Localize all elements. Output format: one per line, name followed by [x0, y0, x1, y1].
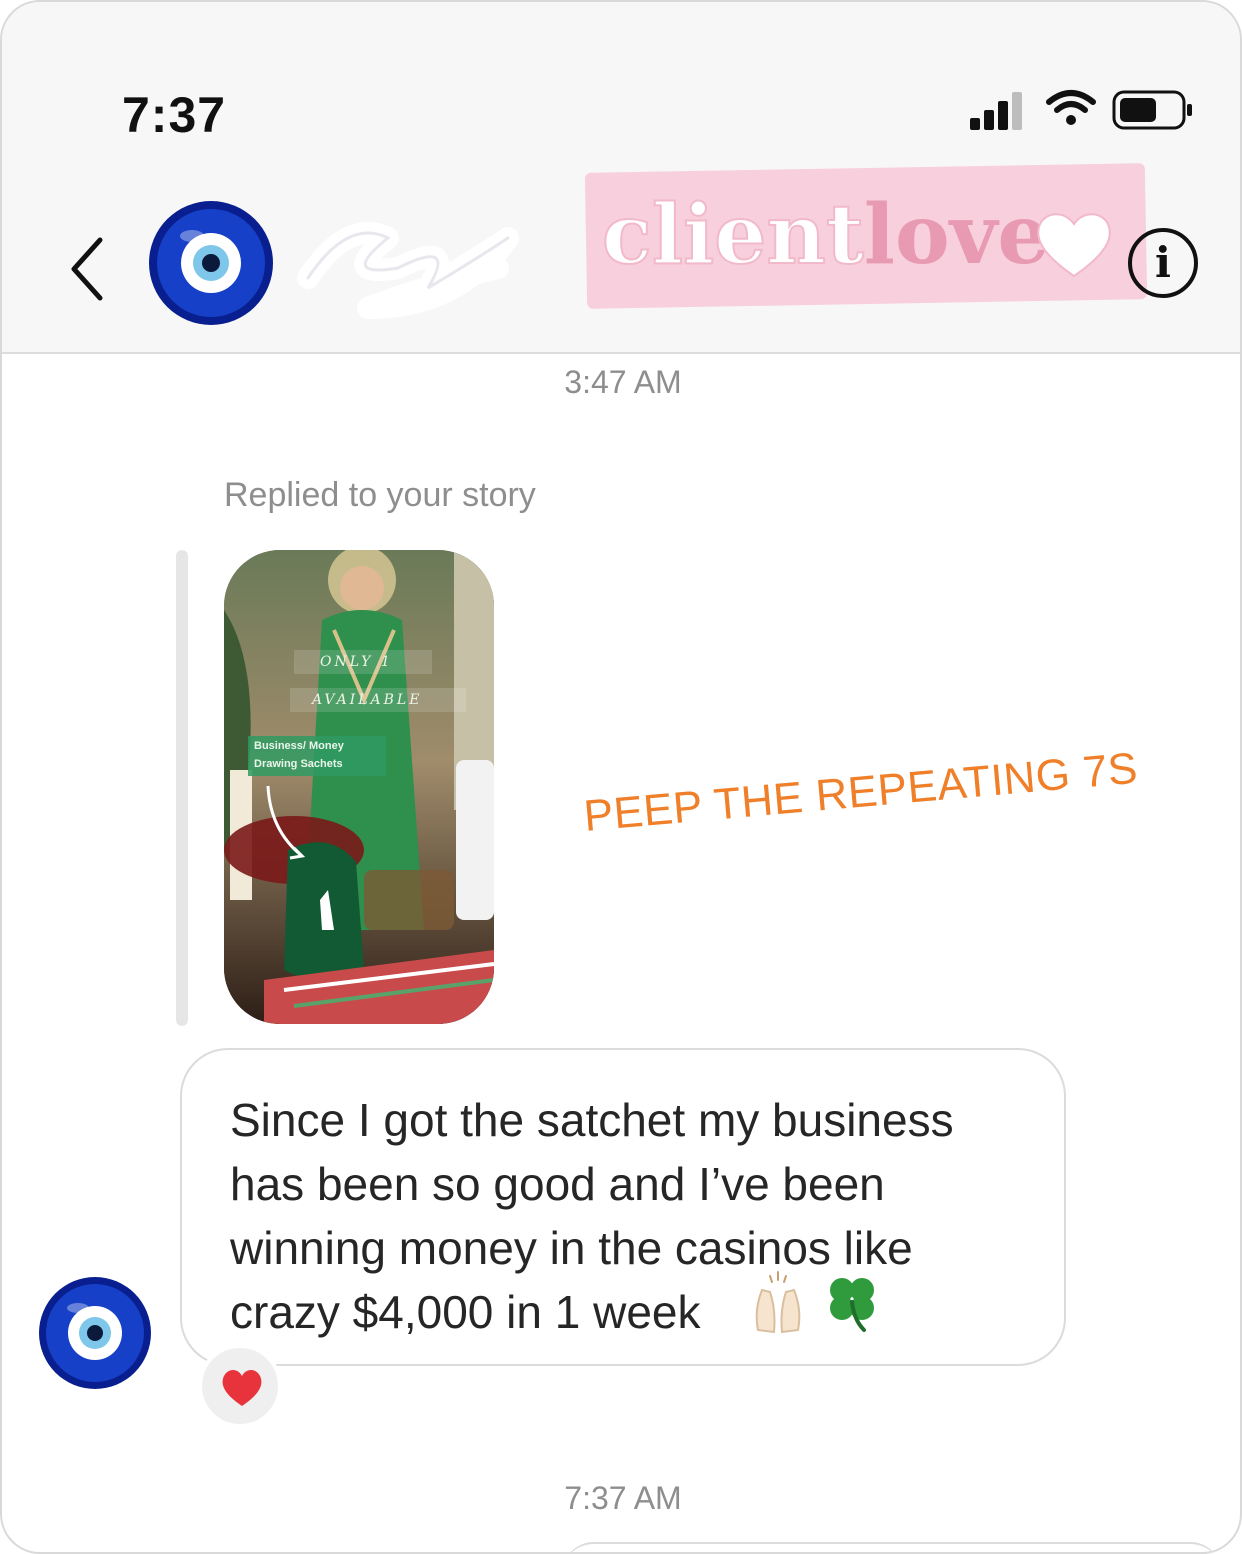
raising-hands-emoji-icon — [755, 1271, 801, 1334]
timestamp: 7:37 AM — [564, 1480, 682, 1516]
cellular-signal-icon — [970, 92, 1022, 130]
story-text-business: Business/ Money — [254, 740, 344, 752]
screen-frame: 7:37 clientlove i 3:47 AM Replied to you… — [0, 0, 1242, 1554]
sticker-word-client: client — [601, 186, 865, 284]
story-text-only: ONLY 1 — [320, 654, 393, 670]
back-button[interactable] — [64, 234, 110, 304]
info-button[interactable]: i — [1128, 228, 1198, 298]
contact-avatar[interactable] — [148, 200, 274, 326]
story-text-sachets: Drawing Sachets — [254, 758, 343, 770]
heart-icon — [1037, 213, 1111, 278]
story-caption: PEEP THE REPEATING 7S — [581, 743, 1140, 841]
status-time: 7:37 — [122, 87, 227, 143]
replied-to-story-label: Replied to your story — [224, 476, 536, 514]
story-image — [224, 550, 494, 1024]
heart-reaction[interactable] — [198, 1344, 282, 1428]
timestamp: 3:47 AM — [564, 364, 682, 400]
reply-quote-bar — [176, 550, 188, 1026]
message-text: Since I got the satchet my business has … — [230, 1094, 954, 1338]
story-thumbnail[interactable]: ONLY 1 AVAILABLE Business/ Money Drawing… — [224, 550, 494, 1024]
redacted-username — [297, 222, 519, 319]
message-bubble[interactable]: Since I got the satchet my business has … — [180, 1048, 1066, 1366]
battery-icon — [1112, 90, 1192, 130]
wifi-icon — [1046, 90, 1096, 125]
four-leaf-clover-emoji-icon — [830, 1278, 874, 1332]
story-text-available: AVAILABLE — [312, 692, 423, 708]
sticker-word-love: love — [863, 187, 1050, 283]
next-message-edge — [562, 1542, 1222, 1552]
red-heart-icon — [222, 1370, 262, 1406]
sender-avatar[interactable] — [38, 1276, 152, 1390]
